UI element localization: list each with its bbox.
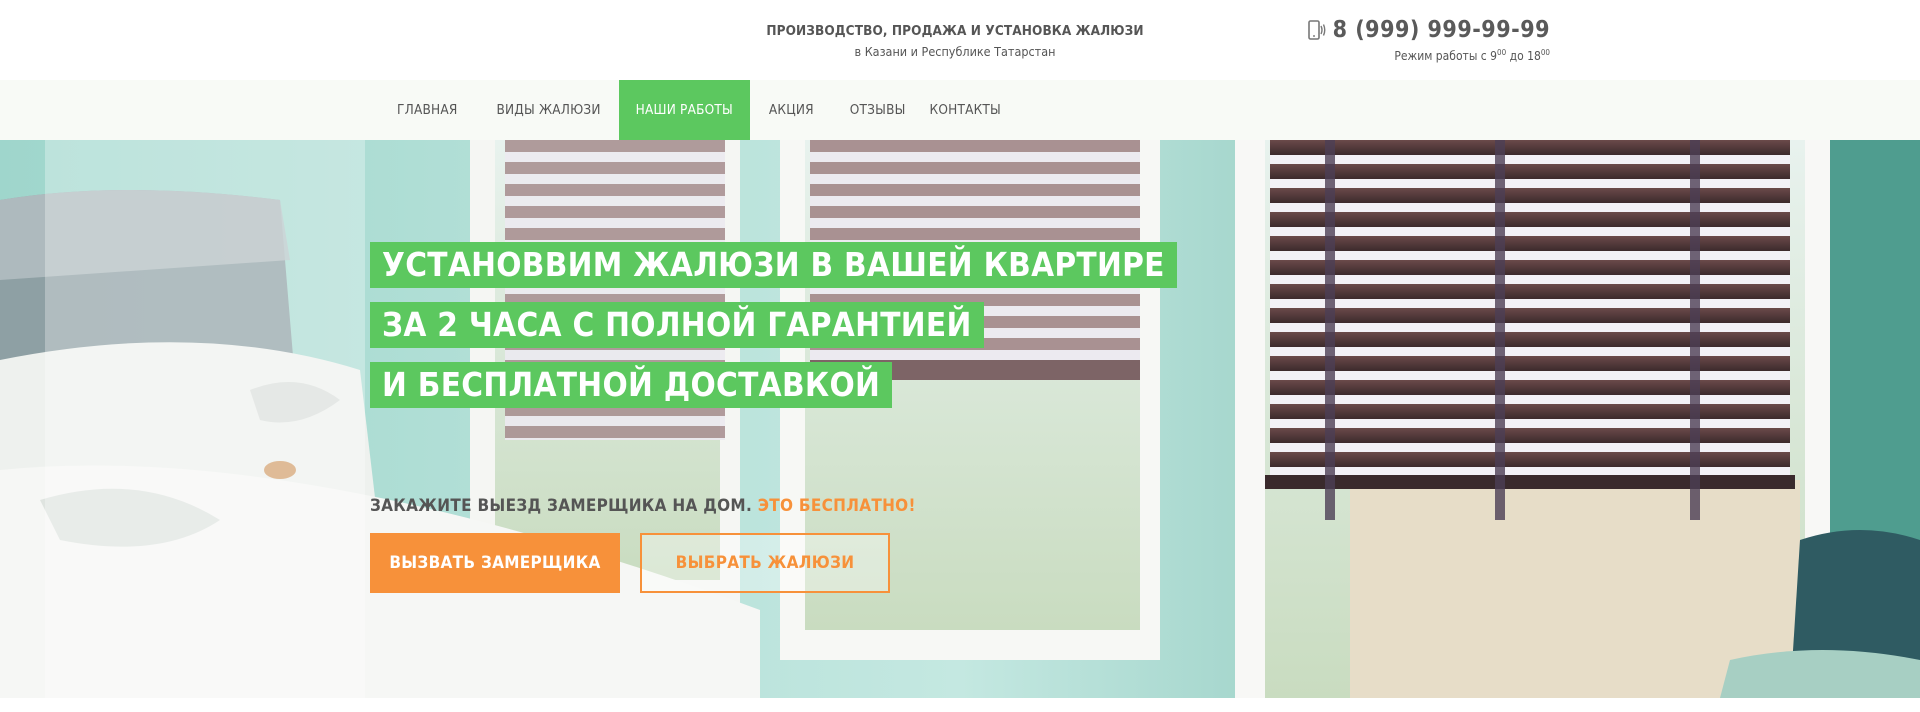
tagline-sub: в Казани и Республике Татарстан [854, 44, 1056, 59]
site-header: ПРОИЗВОДСТВО, ПРОДАЖА И УСТАНОВКА ЖАЛЮЗИ… [0, 0, 1920, 80]
company-tagline: ПРОИЗВОДСТВО, ПРОДАЖА И УСТАНОВКА ЖАЛЮЗИ… [760, 22, 1150, 61]
hours-from-minutes: 00 [1497, 48, 1507, 57]
phone-row[interactable]: 8 (999) 999-99-99 [1305, 16, 1550, 44]
hours-mid: до 18 [1506, 49, 1541, 63]
cta-caption-text: ЗАКАЖИТЕ ВЫЕЗД ЗАМЕРЩИКА НА ДОМ. [370, 496, 753, 516]
nav-item-blind-types[interactable]: ВИДЫ ЖАЛЮЗИ [476, 80, 618, 140]
hours-to-minutes: 00 [1540, 48, 1550, 57]
nav-item-home[interactable]: ГЛАВНАЯ [378, 80, 476, 140]
tagline-main: ПРОИЗВОДСТВО, ПРОДАЖА И УСТАНОВКА ЖАЛЮЗИ [766, 23, 1144, 39]
working-hours: Режим работы с 900 до 1800 [1305, 48, 1550, 63]
main-nav: ГЛАВНАЯ ВИДЫ ЖАЛЮЗИ НАШИ РАБОТЫ АКЦИЯ ОТ… [378, 80, 1013, 140]
phone-number[interactable]: 8 (999) 999-99-99 [1333, 16, 1550, 44]
main-navbar: ГЛАВНАЯ ВИДЫ ЖАЛЮЗИ НАШИ РАБОТЫ АКЦИЯ ОТ… [0, 80, 1920, 140]
headline-line-3: И БЕСПЛАТНОЙ ДОСТАВКОЙ [370, 362, 893, 408]
cta-caption-accent: ЭТО БЕСПЛАТНО! [757, 496, 916, 516]
contact-block: 8 (999) 999-99-99 Режим работы с 900 до … [1305, 16, 1550, 63]
headline-line-1: УСТАНОВВИМ ЖАЛЮЗИ В ВАШЕЙ КВАРТИРЕ [370, 242, 1177, 288]
hours-prefix: Режим работы с 9 [1394, 49, 1498, 63]
headline-line-2: ЗА 2 ЧАСА С ПОЛНОЙ ГАРАНТИЕЙ [370, 302, 984, 348]
hero-light-overlay [45, 140, 365, 698]
nav-item-contacts[interactable]: КОНТАКТЫ [918, 80, 1013, 140]
call-measurer-button[interactable]: ВЫЗВАТЬ ЗАМЕРЩИКА [370, 533, 620, 593]
cta-caption: ЗАКАЖИТЕ ВЫЕЗД ЗАМЕРЩИКА НА ДОМ. ЭТО БЕС… [370, 496, 916, 516]
hero-headline: УСТАНОВВИМ ЖАЛЮЗИ В ВАШЕЙ КВАРТИРЕ ЗА 2 … [370, 242, 1177, 422]
nav-item-our-works[interactable]: НАШИ РАБОТЫ [618, 80, 750, 140]
nav-item-promo[interactable]: АКЦИЯ [750, 80, 832, 140]
phone-icon [1305, 19, 1327, 41]
hero-section: УСТАНОВВИМ ЖАЛЮЗИ В ВАШЕЙ КВАРТИРЕ ЗА 2 … [0, 140, 1920, 698]
choose-blinds-button[interactable]: ВЫБРАТЬ ЖАЛЮЗИ [640, 533, 890, 593]
nav-item-reviews[interactable]: ОТЗЫВЫ [832, 80, 918, 140]
